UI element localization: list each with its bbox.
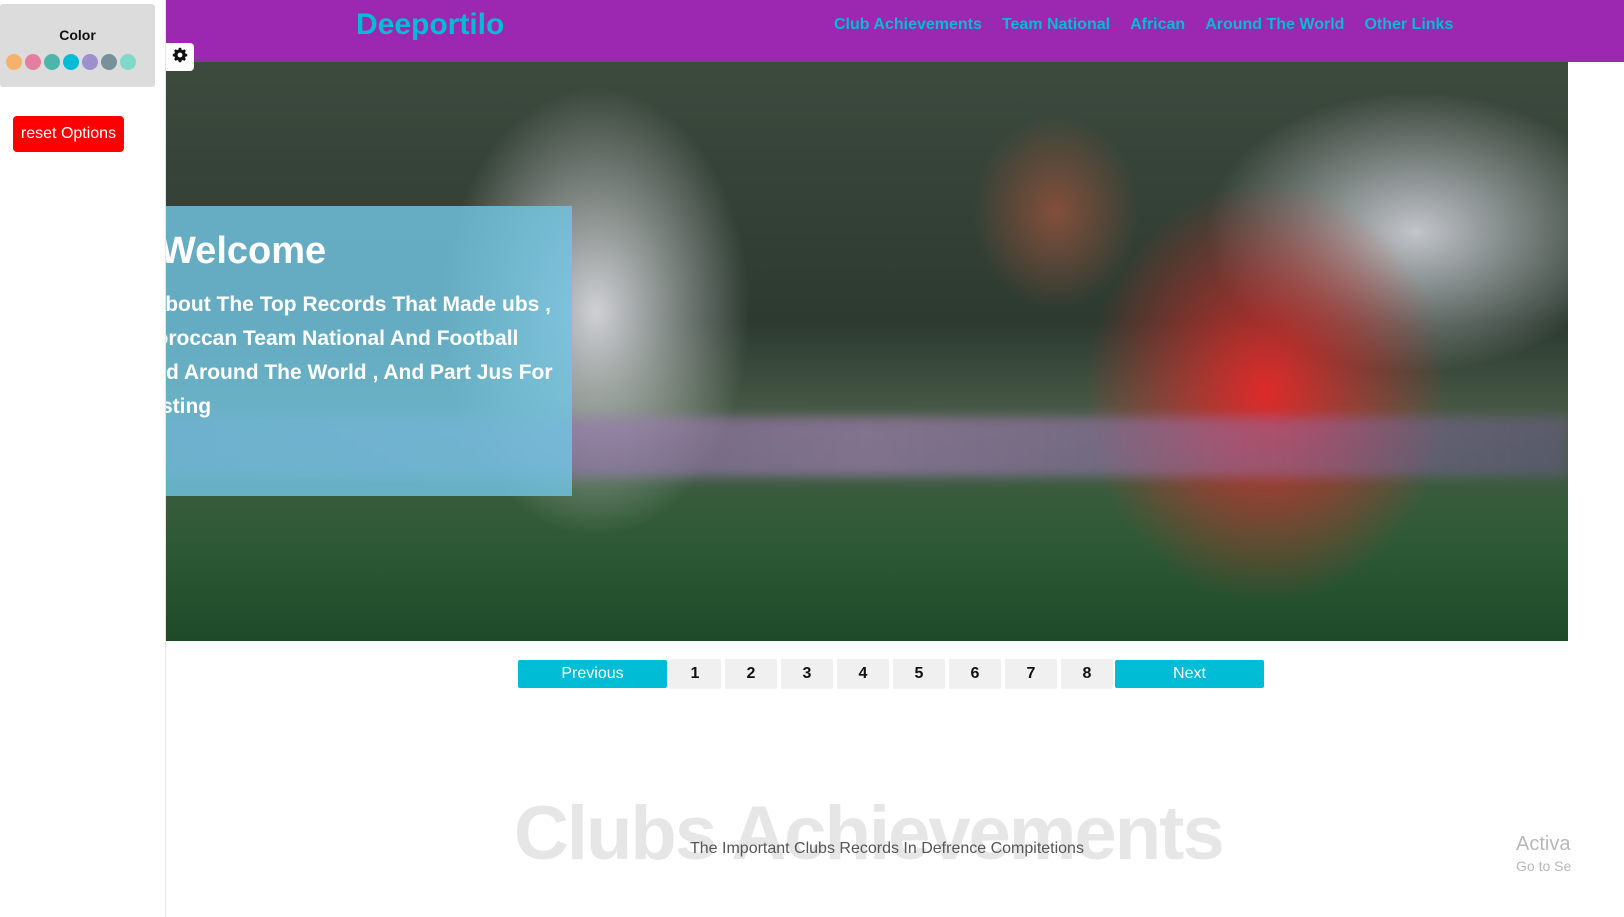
options-sidebar: Color reset Options [0,0,166,917]
page-number-button[interactable]: 3 [781,659,833,689]
gear-icon [172,47,188,68]
color-swatch[interactable] [6,54,22,70]
site-header: Deeportilo Club Achievements Team Nationa… [166,0,1624,62]
reset-options-button[interactable]: reset Options [13,116,124,152]
nav-link[interactable]: Club Achievements [834,16,982,34]
welcome-text: t About The Top Records That Made ubs , … [166,293,553,418]
pagination: Previous 12345678 Next [518,659,1264,689]
nav-link[interactable]: Other Links [1364,16,1453,34]
section-subtitle: The Important Clubs Records In Defrence … [690,840,1084,857]
settings-toggle-button[interactable] [166,43,194,71]
color-swatch[interactable] [63,54,79,70]
activation-watermark-title: Activa [1516,833,1571,855]
color-swatch[interactable] [44,54,60,70]
main-nav: Club Achievements Team National African Aro… [834,16,1453,34]
page-number-button[interactable]: 5 [893,659,945,689]
page-number-button[interactable]: 6 [949,659,1001,689]
page-numbers: 12345678 [669,659,1113,689]
page-number-button[interactable]: 4 [837,659,889,689]
activation-watermark-subtitle: Go to Se [1516,858,1572,874]
page-number-button[interactable]: 7 [1005,659,1057,689]
section-background-title: Clubs Achievements [514,791,1225,876]
site-logo[interactable]: Deeportilo [356,8,504,42]
color-swatch[interactable] [101,54,117,70]
color-swatches [6,54,136,70]
color-swatch[interactable] [82,54,98,70]
previous-button[interactable]: Previous [518,660,667,688]
color-title: Color [59,27,96,43]
color-swatch[interactable] [120,54,136,70]
page-number-button[interactable]: 2 [725,659,777,689]
nav-link[interactable]: Team National [1002,16,1110,34]
nav-link[interactable]: Around The World [1205,16,1344,34]
next-button[interactable]: Next [1115,660,1264,688]
page-number-button[interactable]: 1 [669,659,721,689]
nav-link[interactable]: African [1130,16,1185,34]
color-swatch[interactable] [25,54,41,70]
welcome-title: Welcome [166,230,327,272]
welcome-panel: Welcome t About The Top Records That Mad… [166,206,572,496]
color-options-box: Color [0,4,155,87]
page-number-button[interactable]: 8 [1061,659,1113,689]
hero-banner: Welcome t About The Top Records That Mad… [166,62,1568,641]
